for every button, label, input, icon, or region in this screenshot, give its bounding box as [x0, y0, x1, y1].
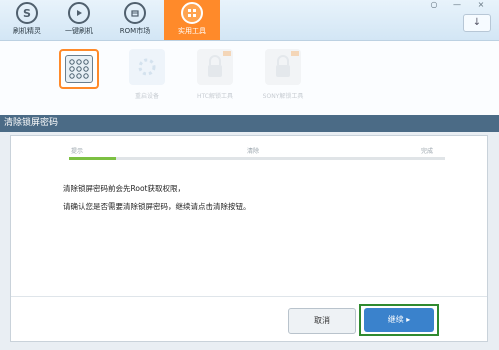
tool-htc-unlock[interactable]: HTC解锁工具 — [180, 49, 250, 100]
htc-lock-icon — [197, 49, 233, 85]
nav-item-one-click-flash[interactable]: 一键刷机 — [58, 0, 100, 40]
continue-button[interactable]: 继续 ▸ — [364, 308, 434, 332]
download-button[interactable]: ↓ — [463, 14, 491, 32]
nav-item-rom-market[interactable]: ROM市场 — [110, 0, 160, 40]
progress-track — [69, 157, 445, 160]
message-line-2: 请确认您是否需要清除锁屏密码，继续请点击清除按钮。 — [63, 202, 251, 211]
tool-clear-lock-password[interactable] — [44, 49, 114, 89]
grid-icon — [181, 2, 203, 24]
tool-restart-device[interactable]: 重启设备 — [112, 49, 182, 100]
play-icon — [68, 2, 90, 24]
tool-sony-unlock[interactable]: SONY解锁工具 — [248, 49, 318, 100]
minimize-button[interactable]: — — [450, 0, 464, 10]
dialog-panel: 提示 清除 完成 清除锁屏密码前会先Root获取权限， 请确认您是否需要清除锁屏… — [10, 135, 488, 342]
tool-row: 重启设备 HTC解锁工具 SONY解锁工具 — [0, 41, 499, 115]
divider — [11, 296, 487, 297]
tool-label: SONY解锁工具 — [262, 93, 304, 100]
tool-label: HTC解锁工具 — [196, 93, 233, 100]
step-label-hint: 提示 — [71, 148, 84, 155]
sony-lock-icon — [265, 49, 301, 85]
close-button[interactable]: × — [474, 0, 488, 10]
step-label-done: 完成 — [421, 148, 434, 155]
progress-fill — [69, 157, 116, 160]
section-title: 清除锁屏密码 — [0, 115, 499, 132]
nav-label: 一键刷机 — [65, 27, 93, 35]
step-label-clear: 清除 — [247, 148, 260, 155]
s-logo-icon: S — [16, 2, 38, 24]
pattern-lock-icon — [59, 49, 99, 89]
skin-button[interactable]: ○ — [427, 0, 441, 10]
nav-item-flash-wizard[interactable]: S 刷机精灵 — [6, 0, 48, 40]
restart-icon — [129, 49, 165, 85]
nav-label: ROM市场 — [119, 27, 151, 35]
nav-item-utilities[interactable]: 实用工具 — [164, 0, 220, 40]
cancel-button[interactable]: 取消 — [288, 308, 356, 334]
nav-label: 刷机精灵 — [13, 27, 41, 35]
box-icon — [124, 2, 146, 24]
tool-label: 重启设备 — [134, 93, 159, 100]
nav-label: 实用工具 — [178, 27, 206, 35]
step-progress: 提示 清除 完成 — [69, 142, 445, 162]
top-navigation: S 刷机精灵 一键刷机 ROM市场 实用工具 ○ — × ↓ — [0, 0, 499, 41]
message-line-1: 清除锁屏密码前会先Root获取权限， — [63, 184, 185, 193]
